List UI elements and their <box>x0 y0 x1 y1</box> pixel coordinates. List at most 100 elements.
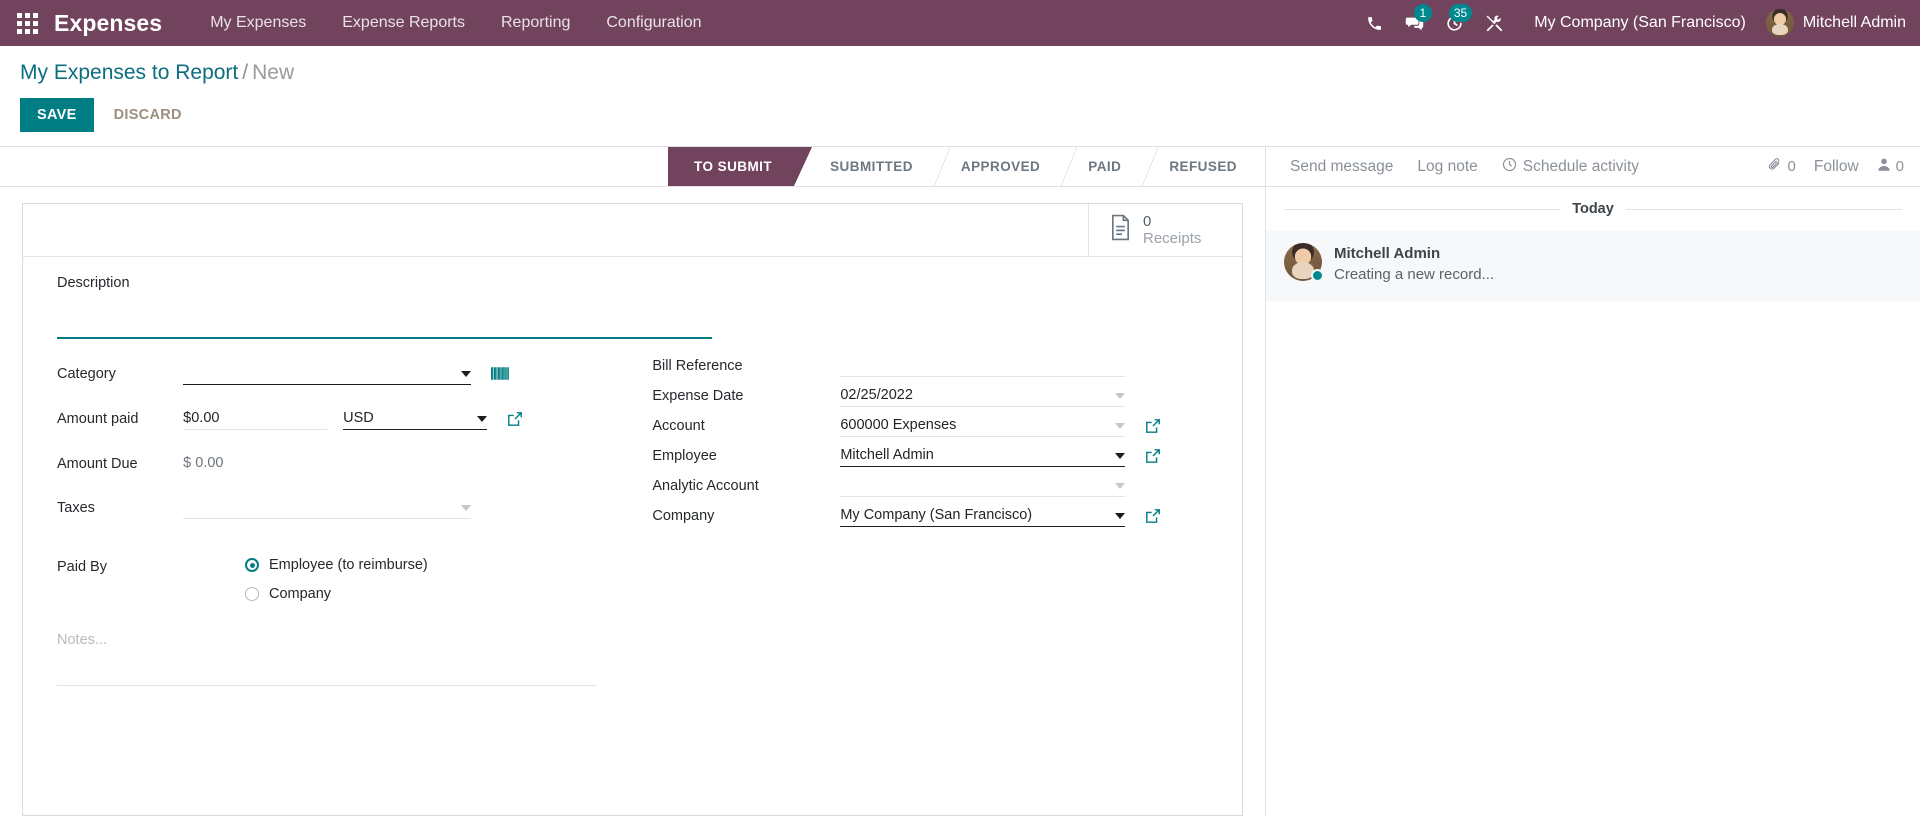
company-input[interactable] <box>840 505 1126 528</box>
form-body: Description Category Amount paid $0.00 U… <box>23 257 1242 815</box>
account-label: Account <box>652 418 705 435</box>
statusbar-stage-refused[interactable]: REFUSED <box>1142 147 1259 187</box>
statusbar-stage-approved[interactable]: APPROVED <box>933 147 1063 187</box>
online-status-indicator <box>1311 269 1324 283</box>
field-row-expense-date: Expense Date <box>652 381 1208 411</box>
field-row-analytic-account: Analytic Account <box>652 471 1208 501</box>
description-input[interactable] <box>57 299 712 340</box>
nav-menu-my-expenses[interactable]: My Expenses <box>192 0 324 46</box>
clock-icon <box>1502 157 1517 177</box>
analytic-account-label: Analytic Account <box>652 478 759 495</box>
schedule-activity-button[interactable]: Schedule activity <box>1492 153 1649 181</box>
paid-by-label: Paid By <box>57 559 107 576</box>
radio-company-icon[interactable] <box>245 587 259 602</box>
bill-reference-label: Bill Reference <box>652 358 743 375</box>
form-sheet-wrapper: 0 Receipts Description Category Amount p… <box>0 187 1265 817</box>
amount-paid-input[interactable] <box>183 408 328 431</box>
account-input[interactable] <box>840 415 1126 438</box>
paid-by-option-company-label: Company <box>269 586 332 603</box>
messages-badge: 1 <box>1413 4 1433 22</box>
nav-menu-reporting[interactable]: Reporting <box>483 0 588 46</box>
company-external-link-icon[interactable] <box>1145 508 1161 524</box>
bill-reference-input[interactable] <box>840 355 1126 378</box>
breadcrumb-current: New <box>252 61 295 84</box>
account-external-link-icon[interactable] <box>1145 418 1161 434</box>
followers-counter[interactable]: 0 <box>1877 157 1904 176</box>
statusbar-stage-to-submit[interactable]: TO SUBMIT <box>668 147 813 187</box>
taxes-input[interactable] <box>183 497 472 520</box>
receipts-count: 0 <box>1143 212 1152 230</box>
company-switcher[interactable]: My Company (San Francisco) <box>1514 14 1760 32</box>
currency-input[interactable] <box>343 408 488 431</box>
paperclip-icon <box>1768 157 1783 176</box>
paid-by-radio-group: Employee (to reimburse) Company <box>245 557 428 602</box>
send-message-button[interactable]: Send message <box>1280 154 1403 180</box>
activities-badge: 35 <box>1448 4 1473 22</box>
receipts-smart-button[interactable]: 0 Receipts <box>1088 204 1242 257</box>
employee-external-link-icon[interactable] <box>1145 448 1161 464</box>
description-group: Description <box>57 275 1208 340</box>
notes-input[interactable] <box>57 632 597 687</box>
chatter-message: Mitchell Admin Creating a new record... <box>1266 231 1920 302</box>
paid-by-option-company[interactable]: Company <box>245 586 428 602</box>
field-row-amount-due: Amount Due $ 0.00 <box>57 442 652 486</box>
employee-input[interactable] <box>840 445 1126 468</box>
analytic-account-input[interactable] <box>840 475 1126 498</box>
statusbar-stages: TO SUBMIT SUBMITTED APPROVED PAID REFUSE… <box>668 147 1259 187</box>
attachment-count: 0 <box>1787 158 1796 176</box>
category-label: Category <box>57 365 116 382</box>
message-body: Mitchell Admin Creating a new record... <box>1334 243 1494 285</box>
currency-external-link-icon[interactable] <box>507 411 523 427</box>
form-sheet: 0 Receipts Description Category Amount p… <box>22 203 1243 817</box>
chatter-topbar: Send message Log note Schedule activity <box>1266 147 1920 188</box>
form-column-right: Bill Reference Expense Date 02/25/2022 A… <box>652 351 1208 531</box>
day-separator-label: Today <box>1572 201 1614 218</box>
paid-by-option-employee[interactable]: Employee (to reimburse) <box>245 557 428 573</box>
field-row-category: Category <box>57 351 652 396</box>
follow-button[interactable]: Follow <box>1814 158 1859 176</box>
expense-date-input[interactable] <box>840 385 1126 408</box>
form-view: TO SUBMIT SUBMITTED APPROVED PAID REFUSE… <box>0 146 1265 817</box>
radio-employee-icon[interactable] <box>245 558 259 573</box>
user-menu[interactable]: Mitchell Admin <box>1760 9 1906 37</box>
barcode-icon[interactable] <box>491 366 510 381</box>
activities-clock-icon[interactable]: 35 <box>1434 0 1474 46</box>
amount-due-label: Amount Due <box>57 455 138 472</box>
follower-count: 0 <box>1895 158 1904 176</box>
amount-due-value: $ 0.00 <box>183 455 224 472</box>
company-label: Company <box>652 508 715 525</box>
chatter: Send message Log note Schedule activity <box>1265 146 1920 817</box>
statusbar-stage-submitted[interactable]: SUBMITTED <box>794 147 935 187</box>
field-row-taxes: Taxes <box>57 486 652 531</box>
amount-paid-label: Amount paid <box>57 411 139 428</box>
messages-icon[interactable]: 1 <box>1394 0 1434 46</box>
nav-menu-expense-reports[interactable]: Expense Reports <box>324 0 483 46</box>
paid-by-group: Paid By Employee (to reimburse) Company <box>57 557 1208 602</box>
breadcrumb-parent[interactable]: My Expenses to Report <box>20 61 238 84</box>
discard-button[interactable]: DISCARD <box>100 98 196 132</box>
field-row-company: Company <box>652 501 1208 531</box>
notes-group <box>57 632 1208 691</box>
navbar-right-group: 1 35 My Company (San Francisco) Mitchell… <box>1354 0 1906 46</box>
chatter-day-separator: Today <box>1266 201 1920 217</box>
day-separator-line-right <box>1625 208 1902 210</box>
field-row-employee: Employee <box>652 441 1208 471</box>
save-button[interactable]: SAVE <box>20 98 94 133</box>
chatter-thread: Today Mitchell Admin Creating a new reco… <box>1266 187 1920 816</box>
message-author: Mitchell Admin <box>1334 245 1441 263</box>
phone-icon[interactable] <box>1354 0 1394 46</box>
app-brand-expenses[interactable]: Expenses <box>54 10 162 37</box>
schedule-activity-label: Schedule activity <box>1522 157 1640 175</box>
field-row-amount-paid: Amount paid <box>57 397 652 442</box>
statusbar: TO SUBMIT SUBMITTED APPROVED PAID REFUSE… <box>0 147 1265 188</box>
chatter-topbar-right: 0 Follow 0 <box>1768 157 1904 176</box>
top-navbar: Expenses My Expenses Expense Reports Rep… <box>0 0 1920 46</box>
category-input[interactable] <box>183 362 472 385</box>
log-note-button[interactable]: Log note <box>1407 154 1487 180</box>
statusbar-stage-paid[interactable]: PAID <box>1061 147 1144 187</box>
nav-menu-configuration[interactable]: Configuration <box>588 0 719 46</box>
debug-tools-icon[interactable] <box>1474 0 1514 46</box>
attachments-counter[interactable]: 0 <box>1768 157 1796 176</box>
smart-button-box: 0 Receipts <box>23 204 1242 258</box>
apps-grid-icon[interactable] <box>8 0 46 46</box>
